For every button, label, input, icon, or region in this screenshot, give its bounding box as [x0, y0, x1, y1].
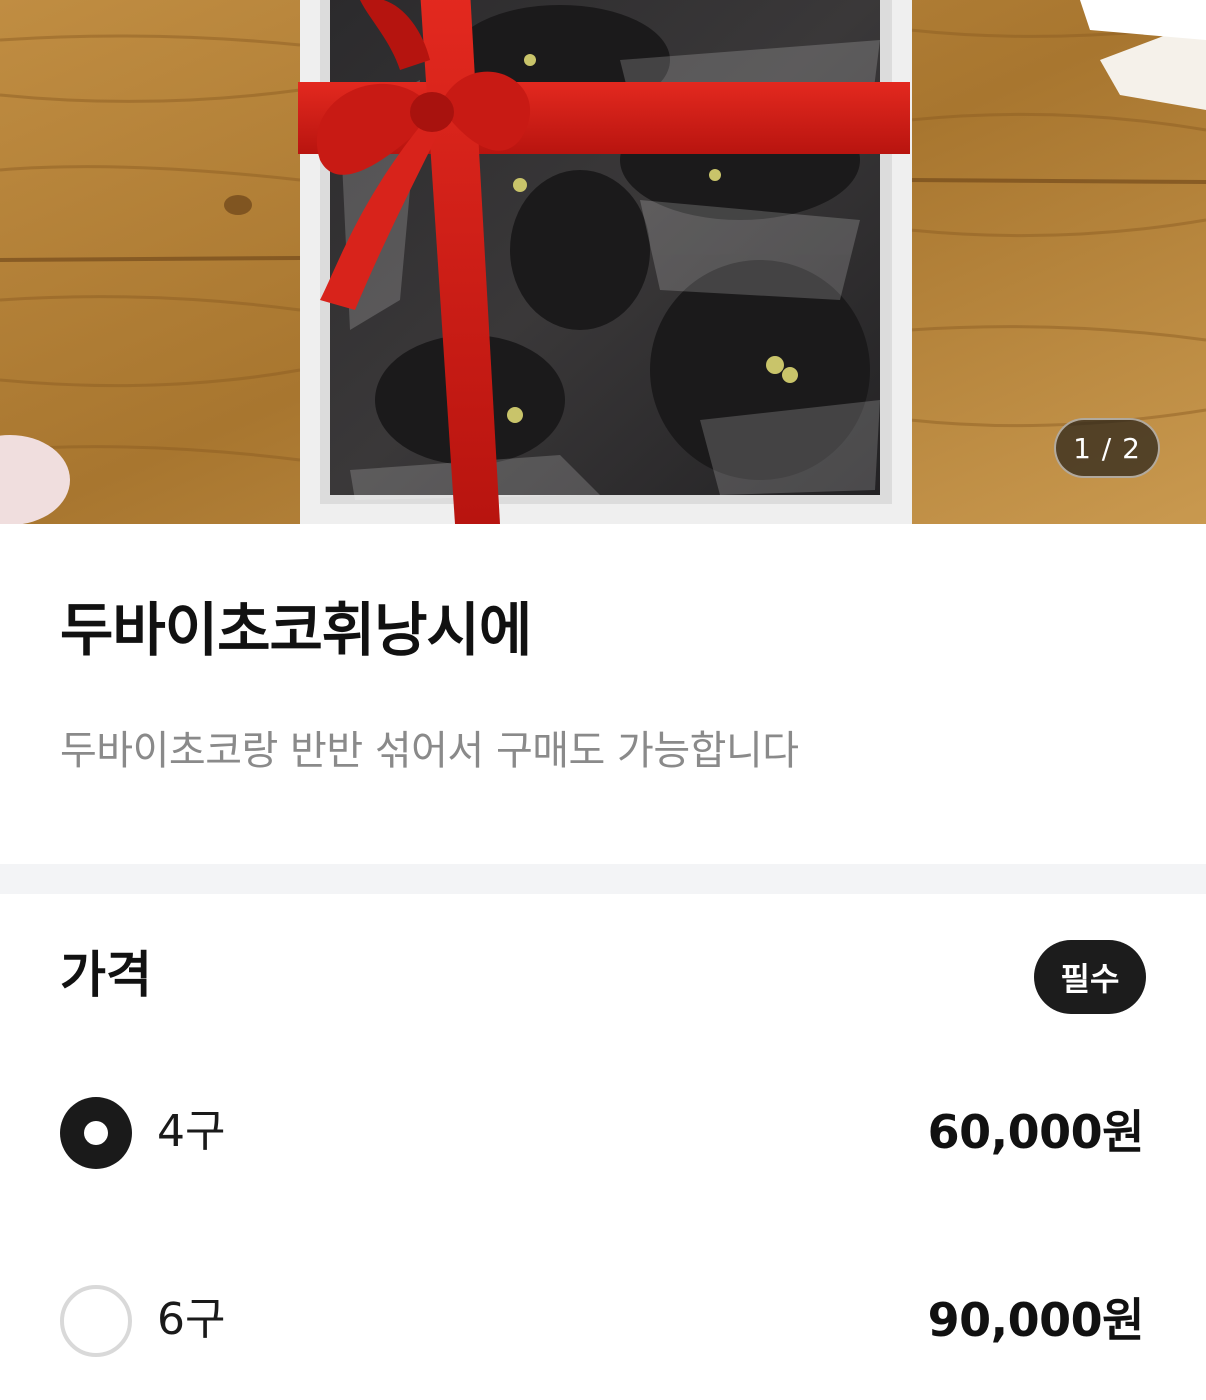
option-label: 4구	[157, 1106, 226, 1157]
option-price: 90,000원	[927, 1293, 1145, 1347]
price-section-title: 가격	[60, 946, 152, 1004]
radio-selected-icon[interactable]	[60, 1097, 132, 1169]
price-option-4[interactable]: 4구 60,000원	[0, 1072, 1206, 1192]
required-badge: 필수	[1034, 940, 1146, 1014]
product-detail-page: 1 / 2 두바이초코휘낭시에 두바이초코랑 반반 섞어서 구매도 가능합니다 …	[0, 0, 1206, 1400]
radio-unselected-icon[interactable]	[60, 1285, 132, 1357]
option-price: 60,000원	[927, 1105, 1145, 1159]
product-description: 두바이초코랑 반반 섞어서 구매도 가능합니다	[60, 728, 799, 774]
section-divider	[0, 864, 1206, 894]
product-photo	[0, 0, 1206, 524]
product-image-carousel[interactable]: 1 / 2	[0, 0, 1206, 524]
option-label: 6구	[157, 1294, 226, 1345]
product-title: 두바이초코휘낭시에	[60, 596, 532, 664]
image-page-indicator: 1 / 2	[1054, 418, 1160, 478]
price-option-6[interactable]: 6구 90,000원	[0, 1260, 1206, 1380]
